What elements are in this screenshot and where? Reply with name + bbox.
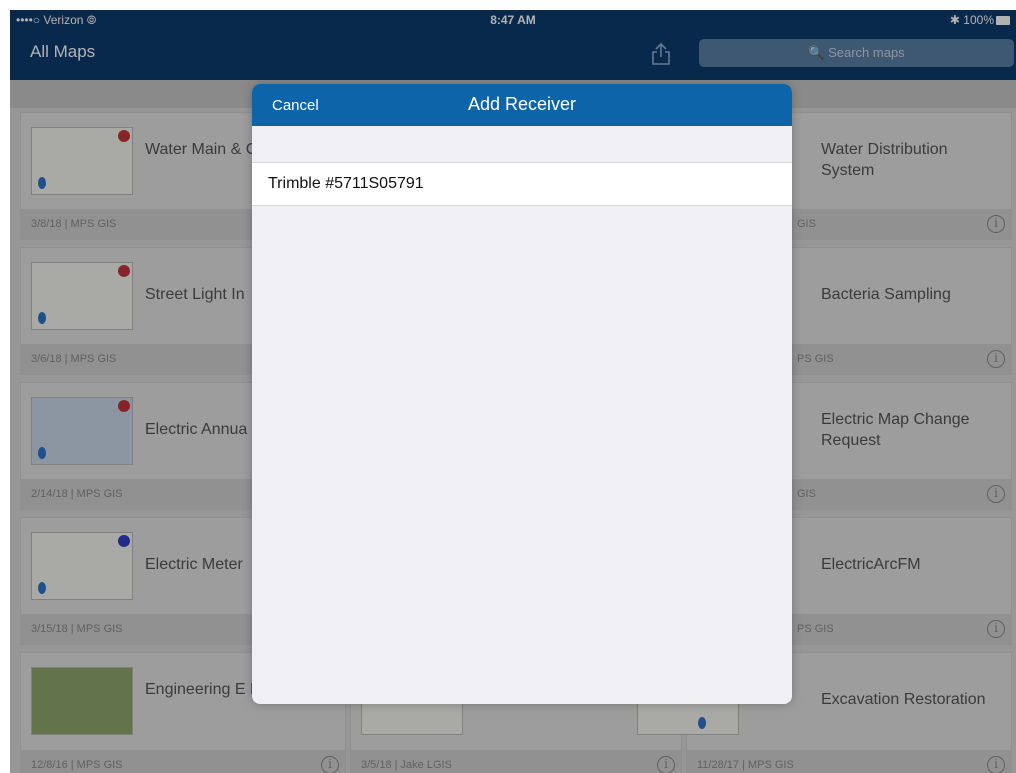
add-receiver-modal: Add Receiver Cancel Trimble #5711S05791 — [252, 84, 792, 704]
modal-title: Add Receiver — [467, 94, 577, 114]
cancel-button[interactable]: Cancel — [272, 97, 319, 114]
receiver-list-item[interactable]: Trimble #5711S05791 — [252, 162, 792, 206]
modal-header: Add Receiver Cancel — [252, 84, 792, 126]
ipad-screen: ••••○ Verizon ⦾ 8:47 AM ✱ 100% All Maps … — [10, 10, 1016, 773]
